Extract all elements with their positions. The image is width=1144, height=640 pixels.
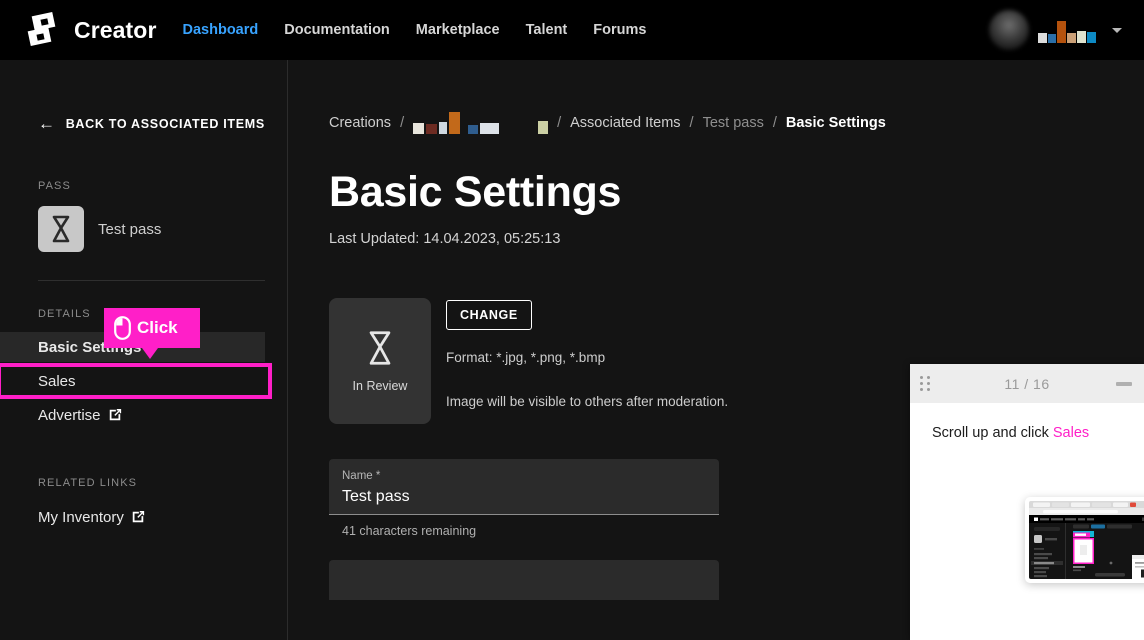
- top-nav-link-dashboard[interactable]: Dashboard: [183, 22, 259, 38]
- sidebar-item-advertise[interactable]: Advertise: [0, 400, 265, 430]
- redacted-block: [1048, 34, 1056, 43]
- external-link-icon: [131, 510, 145, 524]
- hourglass-icon: [366, 330, 394, 366]
- redacted-breadcrumb-item: [538, 112, 548, 134]
- top-nav-right-cluster: [989, 0, 1122, 60]
- redacted-block: [1087, 32, 1096, 43]
- redacted-block: [1057, 21, 1066, 43]
- breadcrumb-item-test-pass[interactable]: Test pass: [703, 115, 764, 131]
- description-field[interactable]: [329, 560, 719, 600]
- pass-thumbnail: [38, 206, 84, 252]
- image-status-label: In Review: [353, 379, 408, 393]
- redacted-block: [462, 128, 466, 134]
- brand-title: Creator: [74, 17, 157, 44]
- image-preview-card[interactable]: In Review: [329, 298, 431, 424]
- redacted-block: [480, 123, 499, 134]
- redacted-block: [468, 125, 478, 134]
- external-link-icon: [108, 408, 122, 422]
- image-info-column: CHANGE Format: *.jpg, *.png, *.bmp Image…: [446, 298, 728, 424]
- tutorial-overlay-panel: 11 / 16 Scroll up and click Sales: [910, 364, 1144, 640]
- breadcrumb-item-creations[interactable]: Creations: [329, 115, 391, 131]
- top-nav-link-talent[interactable]: Talent: [526, 22, 568, 38]
- top-navigation-bar: Creator Dashboard Documentation Marketplac…: [0, 0, 1144, 60]
- redacted-block: [1077, 31, 1086, 43]
- breadcrumb: Creations / / Associated Items / Test pa…: [329, 112, 1144, 134]
- redacted-block: [449, 112, 460, 134]
- creator-logo[interactable]: [26, 10, 68, 50]
- redacted-block: [1038, 33, 1047, 43]
- breadcrumb-separator: /: [773, 115, 777, 131]
- breadcrumb-item-associated-items[interactable]: Associated Items: [570, 115, 680, 131]
- sidebar-item-label: My Inventory: [38, 509, 124, 526]
- sidebar-item-label: Advertise: [38, 407, 101, 424]
- chevron-down-icon[interactable]: [1112, 28, 1122, 33]
- hourglass-icon: [50, 215, 72, 243]
- top-nav-links: Dashboard Documentation Marketplace Talent F…: [183, 22, 647, 38]
- overlay-header: 11 / 16: [910, 364, 1144, 403]
- redacted-breadcrumb-experience: [413, 112, 499, 134]
- sidebar-section-related-label: RELATED LINKS: [38, 477, 287, 489]
- minimize-icon[interactable]: [1116, 382, 1132, 386]
- sidebar-item-label: Sales: [38, 373, 76, 390]
- breadcrumb-separator: /: [557, 115, 561, 131]
- breadcrumb-item-basic-settings: Basic Settings: [786, 115, 886, 131]
- overlay-instruction: Scroll up and click Sales: [932, 425, 1144, 441]
- redacted-block: [426, 124, 437, 134]
- drag-handle-icon[interactable]: [920, 376, 931, 391]
- sidebar-item-sales[interactable]: Sales: [0, 366, 269, 396]
- top-nav-link-marketplace[interactable]: Marketplace: [416, 22, 500, 38]
- avatar[interactable]: [989, 10, 1029, 50]
- sidebar-section-pass-label: PASS: [38, 180, 287, 192]
- change-image-button[interactable]: CHANGE: [446, 300, 532, 330]
- page-title: Basic Settings: [329, 168, 1144, 217]
- image-format-text: Format: *.jpg, *.png, *.bmp: [446, 350, 728, 365]
- screenshot-thumbnail: [1029, 501, 1144, 579]
- overlay-body: Scroll up and click Sales: [910, 403, 1144, 441]
- mouse-click-icon: [114, 316, 131, 340]
- overlay-instruction-highlight: Sales: [1053, 425, 1089, 441]
- redacted-block: [538, 121, 548, 134]
- pass-name-label: Test pass: [98, 221, 161, 238]
- breadcrumb-separator: /: [690, 115, 694, 131]
- redacted-block: [1067, 33, 1076, 43]
- click-annotation-badge: Click: [104, 308, 200, 348]
- overlay-instruction-prefix: Scroll up and click: [932, 425, 1053, 441]
- click-annotation-label: Click: [137, 318, 178, 338]
- app-root: Creator Dashboard Documentation Marketplac…: [0, 0, 1144, 640]
- name-field-value[interactable]: Test pass: [342, 488, 706, 506]
- breadcrumb-separator: /: [400, 115, 404, 131]
- arrow-left-icon: ←: [38, 115, 56, 132]
- sidebar-pass-row[interactable]: Test pass: [38, 206, 287, 252]
- sidebar-divider: [38, 280, 265, 281]
- image-moderation-text: Image will be visible to others after mo…: [446, 394, 728, 409]
- overlay-thumbnail[interactable]: [1025, 497, 1144, 583]
- last-updated-text: Last Updated: 14.04.2023, 05:25:13: [329, 231, 1144, 247]
- redacted-user-info: [1038, 17, 1096, 43]
- redacted-block: [413, 123, 424, 134]
- sidebar-related-list: My Inventory: [0, 502, 287, 532]
- sidebar-item-my-inventory[interactable]: My Inventory: [0, 502, 265, 532]
- click-annotation-pointer: [142, 348, 158, 359]
- overlay-step-counter: 11 / 16: [910, 376, 1144, 392]
- thumbnail-illustration: [1029, 501, 1144, 579]
- redacted-block: [439, 122, 447, 134]
- back-to-associated-items-link[interactable]: ← BACK TO ASSOCIATED ITEMS: [38, 115, 287, 132]
- top-nav-link-forums[interactable]: Forums: [593, 22, 646, 38]
- back-link-label: BACK TO ASSOCIATED ITEMS: [66, 117, 265, 131]
- name-field[interactable]: Name * Test pass: [329, 459, 719, 515]
- top-nav-link-documentation[interactable]: Documentation: [284, 22, 390, 38]
- name-field-label: Name *: [342, 470, 706, 482]
